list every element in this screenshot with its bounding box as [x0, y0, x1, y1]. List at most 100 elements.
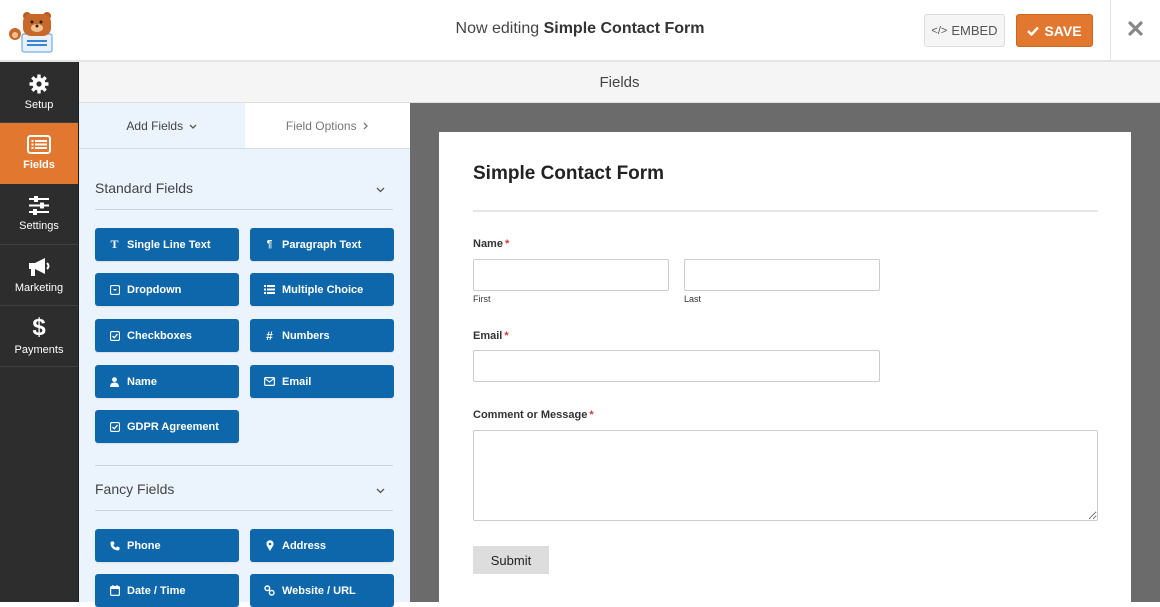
add-fields-panel: Add Fields Field Options Standard Fields… [79, 103, 410, 607]
message-field-label: Comment or Message * [473, 409, 594, 421]
field-button-label: GDPR Agreement [127, 420, 219, 433]
close-icon [1128, 21, 1143, 41]
tab-add-fields[interactable]: Add Fields [79, 103, 245, 148]
label-text: Comment or Message [473, 409, 588, 421]
field-button-label: Dropdown [127, 283, 182, 296]
link-icon [264, 585, 275, 596]
title-prefix: Now editing [455, 20, 540, 37]
required-asterisk: * [504, 330, 509, 342]
nav-label: Payments [14, 343, 64, 356]
add-field-single-line-text[interactable]: T Single Line Text [95, 228, 239, 261]
nav-label: Fields [23, 159, 55, 171]
required-asterisk: * [504, 238, 510, 250]
envelope-icon [264, 377, 275, 386]
submit-button[interactable]: Submit [473, 546, 549, 574]
dropdown-icon [109, 284, 120, 295]
field-button-label: Website / URL [282, 584, 356, 597]
checkbox-icon [109, 421, 120, 432]
add-field-email[interactable]: Email [250, 365, 394, 398]
sliders-icon [29, 196, 49, 215]
label-text: Email [473, 330, 503, 342]
email-input[interactable] [473, 350, 880, 382]
last-sublabel: Last [684, 294, 702, 304]
field-button-label: Address [282, 539, 327, 552]
section-title: Standard Fields [95, 179, 194, 196]
add-field-gdpr-agreement[interactable]: GDPR Agreement [95, 410, 239, 443]
save-button[interactable]: SAVE [1016, 14, 1093, 47]
code-icon: </> [931, 24, 948, 37]
add-field-name[interactable]: Name [95, 365, 239, 398]
gear-icon [29, 74, 49, 94]
embed-button[interactable]: </> EMBED [924, 14, 1005, 47]
message-textarea[interactable] [473, 430, 1098, 521]
first-name-input[interactable] [473, 259, 669, 291]
field-button-label: Name [127, 375, 157, 388]
last-name-input[interactable] [684, 259, 880, 291]
chevron-down-icon [376, 180, 385, 196]
field-button-label: Email [282, 375, 312, 388]
field-button-label: Single Line Text [127, 238, 211, 251]
save-label: SAVE [1044, 22, 1082, 39]
add-field-multiple-choice[interactable]: Multiple Choice [250, 273, 394, 306]
checkbox-icon [109, 330, 120, 341]
field-button-label: Phone [127, 539, 161, 552]
section-standard-fields[interactable]: Standard Fields [95, 166, 393, 210]
nav-label: Marketing [14, 281, 64, 294]
field-button-label: Paragraph Text [282, 238, 362, 251]
chevron-down-icon [189, 119, 197, 133]
add-field-date-time[interactable]: Date / Time [95, 574, 239, 607]
field-button-label: Multiple Choice [282, 283, 364, 296]
fields-header: Fields [79, 62, 1160, 103]
text-cursor-icon: T [110, 237, 119, 251]
first-sublabel: First [473, 294, 491, 304]
embed-label: EMBED [951, 23, 998, 38]
tab-field-options[interactable]: Field Options [244, 103, 410, 148]
top-bar: Now editing Simple Contact Form </> EMBE… [0, 0, 1160, 62]
nav-item-marketing[interactable]: Marketing [0, 245, 78, 306]
list-icon [264, 285, 275, 294]
add-field-numbers[interactable]: # Numbers [250, 319, 394, 352]
label-text: Name [473, 238, 503, 250]
section-fancy-fields[interactable]: Fancy Fields [95, 467, 393, 511]
panel-tabs: Add Fields Field Options [79, 103, 410, 149]
required-asterisk: * [589, 409, 594, 421]
add-field-checkboxes[interactable]: Checkboxes [95, 319, 239, 352]
nav-item-fields[interactable]: Fields [0, 123, 78, 184]
tab-label: Field Options [285, 118, 357, 133]
add-field-website-url[interactable]: Website / URL [250, 574, 394, 607]
field-button-label: Date / Time [127, 584, 186, 597]
form-title: Simple Contact Form [473, 163, 665, 184]
form-title-divider [473, 210, 1098, 212]
field-button-label: Numbers [282, 329, 330, 342]
form-name: Simple Contact Form [543, 20, 705, 37]
nav-item-setup[interactable]: Setup [0, 62, 78, 123]
name-field-label: Name * [473, 238, 509, 250]
left-nav: Setup Fields Settings Marketing $ Paymen… [0, 62, 79, 602]
add-field-phone[interactable]: Phone [95, 529, 239, 562]
section-title: Fancy Fields [95, 480, 175, 497]
fields-list-icon [27, 135, 51, 154]
dollar-icon: $ [32, 313, 46, 341]
map-marker-icon [264, 540, 275, 551]
add-field-dropdown[interactable]: Dropdown [95, 273, 239, 306]
field-button-label: Checkboxes [127, 329, 192, 342]
user-icon [109, 376, 120, 387]
add-field-paragraph-text[interactable]: ¶ Paragraph Text [250, 228, 394, 261]
chevron-right-icon [363, 119, 369, 133]
paragraph-icon: ¶ [266, 239, 273, 250]
tab-label: Add Fields [126, 118, 184, 133]
email-field-label: Email * [473, 330, 509, 342]
nav-label: Setup [24, 98, 54, 111]
megaphone-icon [27, 257, 51, 277]
phone-icon [109, 541, 120, 551]
checkmark-icon [1027, 23, 1040, 39]
nav-item-settings[interactable]: Settings [0, 184, 78, 245]
hash-icon: # [266, 328, 273, 343]
nav-label: Settings [19, 220, 59, 232]
section-divider [95, 465, 393, 466]
calendar-icon [109, 585, 120, 596]
nav-item-payments[interactable]: $ Payments [0, 306, 78, 367]
close-button[interactable] [1111, 0, 1160, 62]
chevron-down-icon [376, 481, 385, 497]
add-field-address[interactable]: Address [250, 529, 394, 562]
